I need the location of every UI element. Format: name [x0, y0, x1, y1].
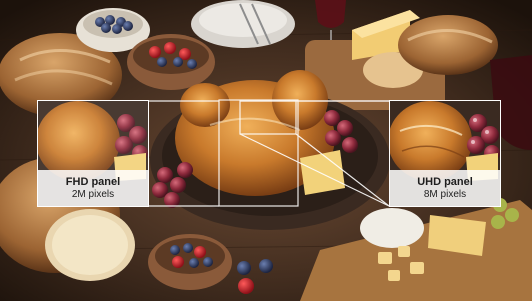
fhd-pixel-count: 2M pixels — [71, 188, 115, 200]
uhd-pixel-count: 8M pixels — [423, 188, 467, 200]
comparison-image: FHD panel 2M pixels UHD panel 8M pixels — [0, 0, 532, 301]
fhd-panel-callout: FHD panel 2M pixels — [37, 100, 149, 207]
fhd-panel-title: FHD panel — [65, 175, 121, 188]
uhd-panel-callout: UHD panel 8M pixels — [389, 100, 501, 207]
fhd-label: FHD panel 2M pixels — [38, 170, 148, 206]
uhd-label: UHD panel 8M pixels — [390, 170, 500, 206]
uhd-panel-title: UHD panel — [417, 175, 473, 188]
